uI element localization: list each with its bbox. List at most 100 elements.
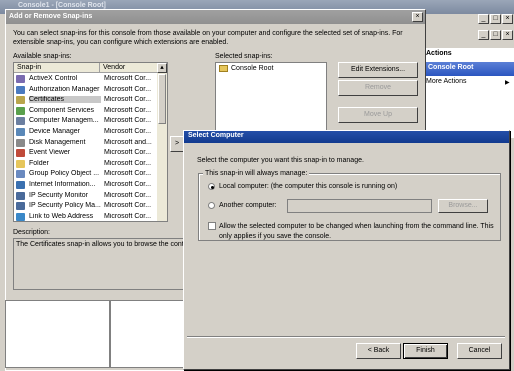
snapin-icon (16, 191, 25, 200)
manage-groupbox-label: This snap-in will always manage: (203, 170, 310, 177)
scroll-thumb[interactable] (158, 74, 166, 124)
folder-icon (219, 65, 228, 72)
snapin-vendor: Microsoft Cor... (104, 128, 152, 135)
snapin-icon (16, 96, 25, 105)
edit-extensions-button[interactable]: Edit Extensions... (338, 62, 418, 78)
snapin-vendor: Microsoft Cor... (104, 149, 152, 157)
snapin-name: Link to Web Address (29, 212, 94, 220)
snapin-row[interactable]: Event Viewer Microsoft Cor... (14, 148, 157, 159)
snapin-vendor: Microsoft Cor... (104, 106, 152, 114)
snapin-row[interactable]: Disk Management Microsoft and... (14, 138, 157, 149)
snapin-intro-text: You can select snap-ins for this console… (13, 30, 403, 46)
snapin-icon (16, 106, 25, 115)
snapin-name: Folder (29, 159, 49, 167)
local-computer-radio[interactable] (208, 183, 215, 190)
snapin-icon (16, 75, 25, 83)
snapin-name: Component Services (29, 106, 94, 114)
finish-button[interactable]: Finish (403, 343, 448, 359)
snapin-row[interactable]: IP Security Policy Ma... Microsoft Cor... (14, 201, 157, 212)
snapin-icon (16, 128, 25, 136)
snapin-title: Add or Remove Snap-ins (9, 13, 93, 20)
snapin-name: ActiveX Control (29, 75, 78, 82)
snapin-name: Authorization Manager (29, 85, 100, 93)
another-computer-input[interactable] (287, 199, 432, 213)
selected-item-console-root[interactable]: Console Root (231, 65, 273, 72)
snapin-row[interactable]: Computer Managem... Microsoft Cor... (14, 116, 157, 127)
select-computer-title: Select Computer (188, 132, 244, 139)
scroll-up-icon[interactable]: ▴ (157, 63, 167, 73)
select-computer-instruction: Select the computer you want this snap-i… (197, 157, 364, 164)
selected-snapins-label: Selected snap-ins: (215, 53, 273, 60)
snapin-vendor: Microsoft Cor... (104, 117, 152, 125)
snapin-name: IP Security Monitor (29, 191, 89, 199)
snapin-name: Certificates (29, 96, 101, 104)
snapin-icon (16, 170, 25, 179)
snapin-name: Device Manager (29, 128, 80, 135)
allow-change-label[interactable]: Allow the selected computer to be change… (219, 222, 504, 242)
move-up-button[interactable]: Move Up (338, 107, 418, 123)
allow-change-checkbox[interactable] (208, 222, 216, 230)
snapin-vendor: Microsoft Cor... (104, 170, 152, 178)
bottom-pane-middle (110, 300, 185, 368)
snapin-icon (16, 212, 25, 221)
restore-icon[interactable]: □ (490, 14, 501, 24)
actions-console-root[interactable]: Console Root (420, 62, 514, 76)
column-header-vendor[interactable]: Vendor (100, 63, 158, 73)
description-text: The Certificates snap-in allows you to b… (16, 241, 188, 248)
snapin-vendor: Microsoft Cor... (104, 212, 152, 220)
back-button[interactable]: < Back (356, 343, 401, 359)
snapin-vendor: Microsoft Cor... (104, 191, 152, 199)
chevron-right-icon: ▶ (505, 80, 510, 86)
snapin-vendor: Microsoft Cor... (104, 181, 152, 188)
child-restore-icon[interactable]: □ (490, 30, 501, 40)
column-header-snapin[interactable]: Snap-in (14, 63, 100, 73)
child-minimize-icon[interactable]: _ (478, 30, 489, 40)
description-label: Description: (13, 229, 50, 236)
snapin-icon (16, 181, 25, 189)
browse-button[interactable]: Browse... (438, 199, 488, 213)
snapin-row[interactable]: Authorization Manager Microsoft Cor... (14, 85, 157, 96)
snapin-name: IP Security Policy Ma... (29, 202, 101, 210)
snapin-icon (16, 117, 25, 126)
snapin-vendor: Microsoft Cor... (104, 202, 152, 210)
snapin-name: Internet Information... (29, 181, 96, 188)
child-close-icon[interactable]: × (502, 30, 513, 40)
actions-more-actions[interactable]: More Actions (420, 78, 514, 90)
snapin-name: Computer Managem... (29, 117, 99, 125)
snapin-vendor: Microsoft Cor... (104, 159, 152, 167)
snapin-vendor: Microsoft Cor... (104, 75, 152, 82)
snapin-name: Group Policy Object ... (29, 170, 100, 178)
actions-header: Actions (426, 50, 452, 57)
separator (187, 336, 505, 338)
snapin-icon (16, 149, 25, 158)
snapin-row[interactable]: IP Security Monitor Microsoft Cor... (14, 191, 157, 202)
snapin-vendor: Microsoft Cor... (104, 85, 152, 93)
snapin-close-icon[interactable]: × (412, 12, 423, 22)
snapin-row[interactable]: Folder Microsoft Cor... (14, 159, 157, 170)
snapin-row[interactable]: Device Manager Microsoft Cor... (14, 127, 157, 138)
another-computer-radio[interactable] (208, 202, 215, 209)
close-icon[interactable]: × (502, 14, 513, 24)
remove-button[interactable]: Remove (338, 80, 418, 96)
mmc-title: Console1 - [Console Root] (18, 2, 106, 9)
snapin-row[interactable]: Internet Information... Microsoft Cor... (14, 180, 157, 191)
minimize-icon[interactable]: _ (478, 14, 489, 24)
snapin-icon (16, 202, 25, 211)
snapin-row[interactable]: Group Policy Object ... Microsoft Cor... (14, 169, 157, 180)
snapin-icon (16, 85, 25, 94)
snapin-row[interactable]: Component Services Microsoft Cor... (14, 106, 157, 117)
local-computer-label[interactable]: Local computer: (the computer this conso… (219, 183, 397, 190)
snapin-name: Event Viewer (29, 149, 71, 157)
snapin-row[interactable]: ActiveX Control Microsoft Cor... (14, 74, 157, 85)
snapin-row[interactable]: Link to Web Address Microsoft Cor... (14, 212, 157, 223)
select-computer-dialog (183, 130, 510, 370)
available-snapins-label: Available snap-ins: (13, 53, 72, 60)
cancel-button[interactable]: Cancel (457, 343, 502, 359)
another-computer-label[interactable]: Another computer: (219, 202, 277, 209)
snapin-icon (16, 159, 25, 168)
snapin-row[interactable]: Certificates Microsoft Cor... (14, 95, 157, 106)
snapin-vendor: Microsoft Cor... (104, 96, 152, 104)
bottom-pane-left (5, 300, 110, 368)
add-button[interactable]: > (170, 136, 184, 152)
snapin-icon (16, 138, 25, 147)
